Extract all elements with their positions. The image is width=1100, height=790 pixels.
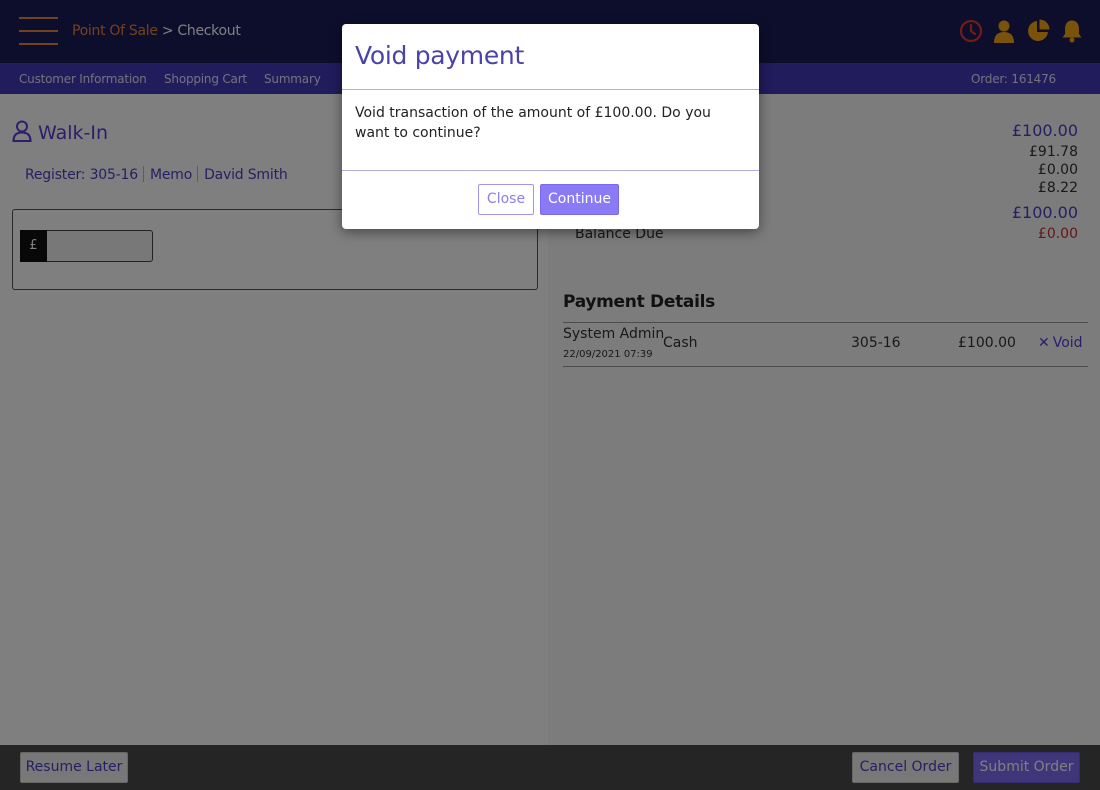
dialog-message: Void transaction of the amount of £100.0… (355, 105, 711, 141)
dialog-divider-bottom (342, 170, 759, 171)
dialog-title: Void payment (355, 41, 524, 70)
continue-button[interactable]: Continue (540, 184, 619, 215)
close-button[interactable]: Close (478, 184, 534, 215)
dialog-divider-top (342, 89, 759, 90)
void-payment-dialog: Void payment Void transaction of the amo… (342, 24, 759, 229)
